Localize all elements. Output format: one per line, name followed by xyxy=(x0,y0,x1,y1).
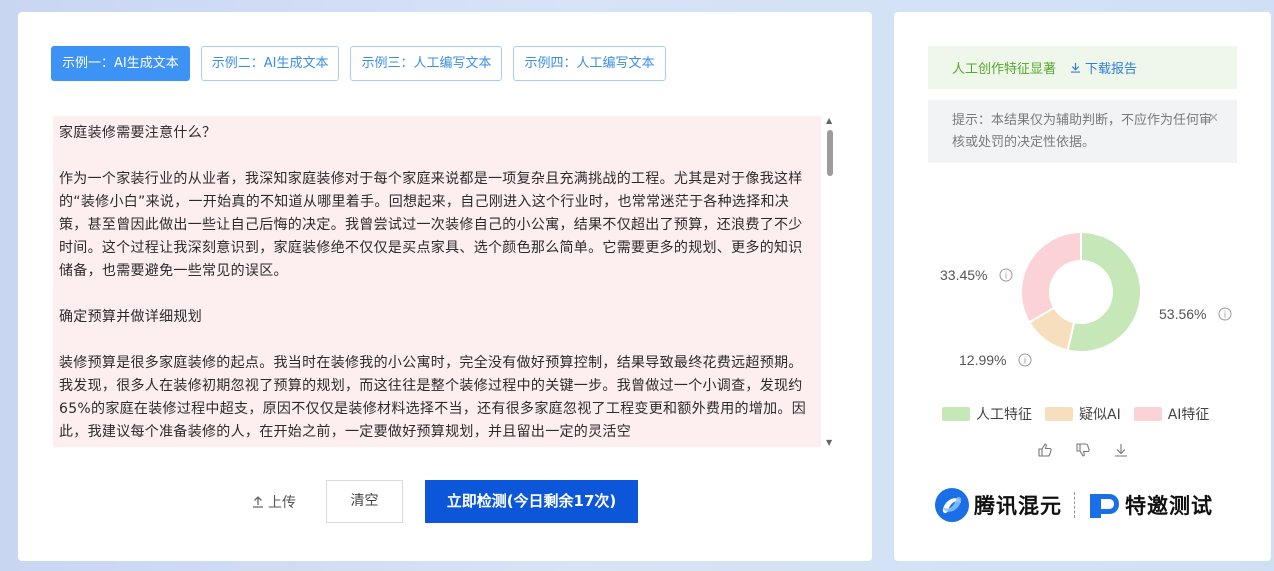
legend-label: 人工特征 xyxy=(976,407,1032,423)
info-icon[interactable]: i xyxy=(1218,307,1232,321)
paragraph: 家庭装修需要注意什么？ xyxy=(59,125,217,141)
download-icon[interactable] xyxy=(1113,442,1129,458)
legend-label: 疑似AI xyxy=(1079,407,1121,423)
svg-text:i: i xyxy=(1224,311,1227,321)
upload-icon xyxy=(253,496,263,508)
download-report-link[interactable]: 下载报告 xyxy=(1070,58,1137,77)
tip-text: 提示：本结果仅为辅助判断，不应作为任何审核或处罚的决定性依据。 xyxy=(952,113,1213,150)
hunyuan-logo-icon xyxy=(935,488,969,522)
legend-swatch xyxy=(942,407,970,421)
paragraph: 作为一个家装行业的从业者，我深知家庭装修对于每个家庭来说都是一项复杂且充满挑战的… xyxy=(59,171,803,279)
slice-value-label: 12.99% xyxy=(959,352,1006,368)
input-panel: 示例一：AI生成文本 示例二：AI生成文本 示例三：人工编写文本 示例四：人工编… xyxy=(18,12,872,561)
action-bar: 上传 清空 立即检测(今日剩余17次) xyxy=(18,480,872,523)
legend-item: 人工特征 xyxy=(942,404,1032,424)
legend-item: 疑似AI xyxy=(1045,404,1121,424)
thumbs-down-icon[interactable] xyxy=(1075,442,1091,458)
paragraph: 确定预算并做详细规划 xyxy=(59,309,202,325)
result-banner: 人工创作特征显著 下载报告 xyxy=(928,46,1237,89)
upload-label: 上传 xyxy=(268,495,296,511)
scroll-down-arrow-icon[interactable]: ▼ xyxy=(826,438,832,447)
slice-value-label: 33.45% xyxy=(940,267,987,283)
info-icon[interactable]: i xyxy=(1018,353,1032,367)
scroll-thumb[interactable] xyxy=(827,130,833,176)
brand-hunyuan: 腾讯混元 xyxy=(974,494,1062,518)
detect-button[interactable]: 立即检测(今日剩余17次) xyxy=(425,480,638,523)
chart-legend: 人工特征 疑似AI AI特征 xyxy=(942,404,1209,424)
info-icon[interactable]: i xyxy=(999,268,1013,282)
scroll-up-arrow-icon[interactable]: ▲ xyxy=(826,116,832,125)
close-icon[interactable]: ✕ xyxy=(1208,108,1219,130)
slice-value-label: 53.56% xyxy=(1159,306,1206,322)
donut-slice[interactable] xyxy=(1020,230,1082,324)
download-label: 下载报告 xyxy=(1085,62,1138,77)
legend-swatch xyxy=(1133,407,1162,421)
example-tabs: 示例一：AI生成文本 示例二：AI生成文本 示例三：人工编写文本 示例四：人工编… xyxy=(51,46,666,81)
tab-example-1[interactable]: 示例一：AI生成文本 xyxy=(51,46,190,81)
brand-divider xyxy=(1074,492,1075,518)
paragraph: 装修预算是很多家庭装修的起点。我当时在装修我的小公寓时，完全没有做好预算控制，结… xyxy=(59,355,807,440)
download-icon xyxy=(1070,62,1081,73)
text-input-area[interactable]: 家庭装修需要注意什么？ 作为一个家装行业的从业者，我深知家庭装修对于每个家庭来说… xyxy=(53,116,821,447)
text-content: 家庭装修需要注意什么？ 作为一个家装行业的从业者，我深知家庭装修对于每个家庭来说… xyxy=(53,116,821,444)
svg-text:i: i xyxy=(1024,357,1027,367)
result-verdict: 人工创作特征显著 xyxy=(952,62,1057,77)
tip-box: 提示：本结果仅为辅助判断，不应作为任何审核或处罚的决定性依据。 ✕ xyxy=(928,100,1237,163)
thumbs-up-icon[interactable] xyxy=(1037,442,1053,458)
brand-footer: 腾讯混元 特邀测试 xyxy=(934,485,1234,525)
legend-item: AI特征 xyxy=(1133,404,1210,424)
invite-logo-icon xyxy=(1090,494,1119,518)
brand-invite-test: 特邀测试 xyxy=(1125,494,1213,518)
tab-example-4[interactable]: 示例四：人工编写文本 xyxy=(513,46,666,81)
result-panel: 人工创作特征显著 下载报告 提示：本结果仅为辅助判断，不应作为任何审核或处罚的决… xyxy=(894,12,1271,561)
legend-label: AI特征 xyxy=(1167,407,1210,423)
tab-example-3[interactable]: 示例三：人工编写文本 xyxy=(350,46,503,81)
svg-text:i: i xyxy=(1005,272,1008,282)
clear-button[interactable]: 清空 xyxy=(326,480,403,523)
result-chart: 53.56% i 12.99% i 33.45% i xyxy=(894,222,1271,372)
upload-button[interactable]: 上传 xyxy=(252,492,296,512)
feedback-bar xyxy=(1037,442,1129,458)
tab-example-2[interactable]: 示例二：AI生成文本 xyxy=(200,46,340,81)
editor-scrollbar[interactable]: ▲ ▼ xyxy=(824,116,836,447)
donut-chart: 53.56% i 12.99% i 33.45% i xyxy=(940,230,1232,368)
legend-swatch xyxy=(1045,407,1073,421)
